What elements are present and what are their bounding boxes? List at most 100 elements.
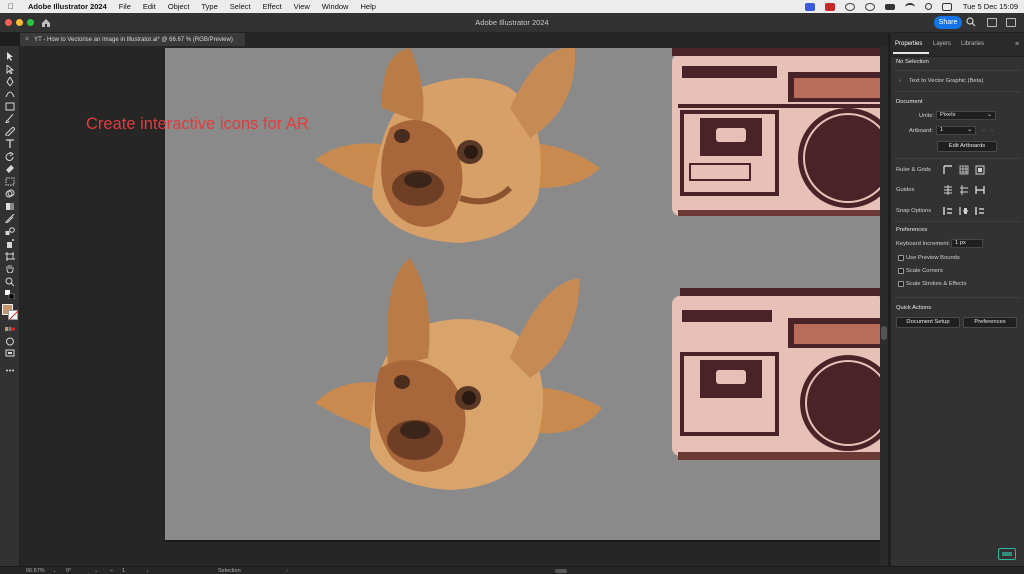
more-tools-icon[interactable] <box>5 366 15 375</box>
vertical-scrollbar[interactable] <box>880 46 888 566</box>
selection-status: No Selection <box>896 59 929 65</box>
battery-icon[interactable] <box>884 3 895 10</box>
grid-icon[interactable] <box>959 165 969 175</box>
rectangle-tool-icon[interactable] <box>5 102 15 111</box>
search-icon[interactable] <box>924 3 932 10</box>
arrange-documents-icon[interactable] <box>987 18 997 27</box>
close-tab-icon[interactable]: × <box>25 36 29 43</box>
ruler-icon[interactable] <box>943 165 953 175</box>
pixel-grid-icon[interactable] <box>975 165 985 175</box>
document-tab[interactable]: × YT - How to Vectorise an Image in Illu… <box>20 33 246 46</box>
smart-guides-icon[interactable] <box>975 185 985 195</box>
color-mode-icon[interactable] <box>5 325 15 334</box>
menu-help[interactable]: Help <box>354 2 381 11</box>
shape-builder-tool-icon[interactable] <box>5 189 15 198</box>
direct-selection-tool-icon[interactable] <box>5 65 15 74</box>
type-tool-icon[interactable] <box>5 139 15 148</box>
document-setup-button[interactable]: Document Setup <box>896 317 960 328</box>
pen-tool-icon[interactable] <box>5 77 15 86</box>
symbol-sprayer-tool-icon[interactable] <box>5 239 15 248</box>
menubar-status-area: Tue 5 Dec 15:09 <box>800 0 1024 13</box>
tab-layers[interactable]: Layers <box>933 41 951 47</box>
dog-illustration-top[interactable] <box>310 48 610 248</box>
scale-corners-checkbox[interactable] <box>898 268 904 274</box>
rotate-tool-icon[interactable] <box>5 152 15 161</box>
chevron-down-icon[interactable]: ⌄ <box>145 568 150 574</box>
red-app-icon[interactable] <box>824 2 835 11</box>
radio-illustration-bottom[interactable] <box>670 288 880 464</box>
sync-icon[interactable] <box>844 2 855 11</box>
artboard-number[interactable]: 1 <box>122 568 125 574</box>
menu-view[interactable]: View <box>288 2 316 11</box>
tab-libraries[interactable]: Libraries <box>961 41 984 47</box>
use-preview-bounds-checkbox[interactable] <box>898 255 904 261</box>
show-guides-icon[interactable] <box>943 185 953 195</box>
menu-effect[interactable]: Effect <box>257 2 288 11</box>
gradient-tool-icon[interactable] <box>5 202 15 211</box>
pencil-tool-icon[interactable] <box>5 127 15 136</box>
apple-logo-icon[interactable]:  <box>0 2 22 11</box>
rotation-value[interactable]: 0° <box>66 568 71 574</box>
panel-menu-icon[interactable]: ≡ <box>1015 41 1019 48</box>
snap-to-point-icon[interactable] <box>943 206 953 216</box>
menu-object[interactable]: Object <box>162 2 196 11</box>
hand-tool-icon[interactable] <box>5 264 15 273</box>
panel-tabs: Properties Layers Libraries ≡ <box>891 33 1024 57</box>
menu-file[interactable]: File <box>113 2 137 11</box>
share-button[interactable]: Share <box>934 16 962 29</box>
circle-app-icon[interactable] <box>864 2 875 11</box>
keyboard-increment-input[interactable]: 1 px <box>951 239 983 248</box>
wifi-icon[interactable] <box>904 2 915 11</box>
menu-type[interactable]: Type <box>196 2 224 11</box>
previous-artboard-icon[interactable]: ‹ <box>983 128 985 134</box>
eraser-tool-icon[interactable] <box>5 164 15 173</box>
chevron-right-icon[interactable]: › <box>899 78 901 84</box>
stroke-swatch[interactable] <box>8 310 19 321</box>
free-transform-tool-icon[interactable] <box>5 177 15 186</box>
radio-illustration-top[interactable] <box>670 48 880 220</box>
screen-record-icon[interactable] <box>804 2 815 11</box>
lock-guides-icon[interactable] <box>959 185 969 195</box>
snap-to-grid-icon[interactable] <box>959 206 969 216</box>
default-colors-icon[interactable] <box>5 290 15 299</box>
zoom-level[interactable]: 66.67% <box>26 568 45 574</box>
screen-mode-icon[interactable] <box>5 349 15 358</box>
edit-artboards-button[interactable]: Edit Artboards <box>937 141 997 152</box>
dog-illustration-bottom[interactable] <box>310 258 610 493</box>
units-select[interactable]: Pixels ⌄ <box>936 111 996 120</box>
artboard-tool-icon[interactable] <box>5 252 15 261</box>
zoom-tool-icon[interactable] <box>5 277 15 286</box>
tab-properties[interactable]: Properties <box>895 41 922 47</box>
canvas-area[interactable]: Create interactive icons for AR <box>20 46 888 566</box>
current-tool-status[interactable]: Selection <box>218 568 241 574</box>
scale-strokes-checkbox[interactable] <box>898 281 904 287</box>
chevron-down-icon[interactable]: ⌄ <box>94 568 99 574</box>
curvature-tool-icon[interactable] <box>5 89 15 98</box>
app-menu[interactable]: Adobe Illustrator 2024 <box>22 2 113 11</box>
chevron-down-icon[interactable]: ⌄ <box>52 568 57 574</box>
next-artboard-icon[interactable]: › <box>991 128 993 134</box>
menu-select[interactable]: Select <box>224 2 257 11</box>
horizontal-scroll-thumb[interactable] <box>555 569 567 573</box>
draw-mode-icon[interactable] <box>5 337 15 346</box>
blend-tool-icon[interactable] <box>5 227 15 236</box>
window-title: Adobe Illustrator 2024 <box>475 18 549 27</box>
preferences-button[interactable]: Preferences <box>963 317 1017 328</box>
workspace-switcher-icon[interactable] <box>1006 18 1016 27</box>
text-to-vector-link[interactable]: Text to Vector Graphic (Beta) <box>909 78 983 84</box>
menu-window[interactable]: Window <box>316 2 355 11</box>
status-arrow-icon[interactable]: › <box>286 568 288 574</box>
vertical-scroll-thumb[interactable] <box>881 326 887 340</box>
first-artboard-icon[interactable]: « <box>110 568 113 574</box>
fill-stroke-swatch[interactable] <box>2 304 19 321</box>
menubar-clock[interactable]: Tue 5 Dec 15:09 <box>963 2 1018 11</box>
selection-tool-icon[interactable] <box>5 52 15 61</box>
divider <box>895 297 1021 298</box>
eyedropper-tool-icon[interactable] <box>5 214 15 223</box>
artboard-select[interactable]: 1 ⌄ <box>936 126 976 135</box>
control-center-icon[interactable] <box>941 2 952 11</box>
menu-edit[interactable]: Edit <box>137 2 162 11</box>
snap-to-pixel-icon[interactable] <box>975 206 985 216</box>
search-icon[interactable] <box>966 17 976 27</box>
paintbrush-tool-icon[interactable] <box>5 114 15 123</box>
